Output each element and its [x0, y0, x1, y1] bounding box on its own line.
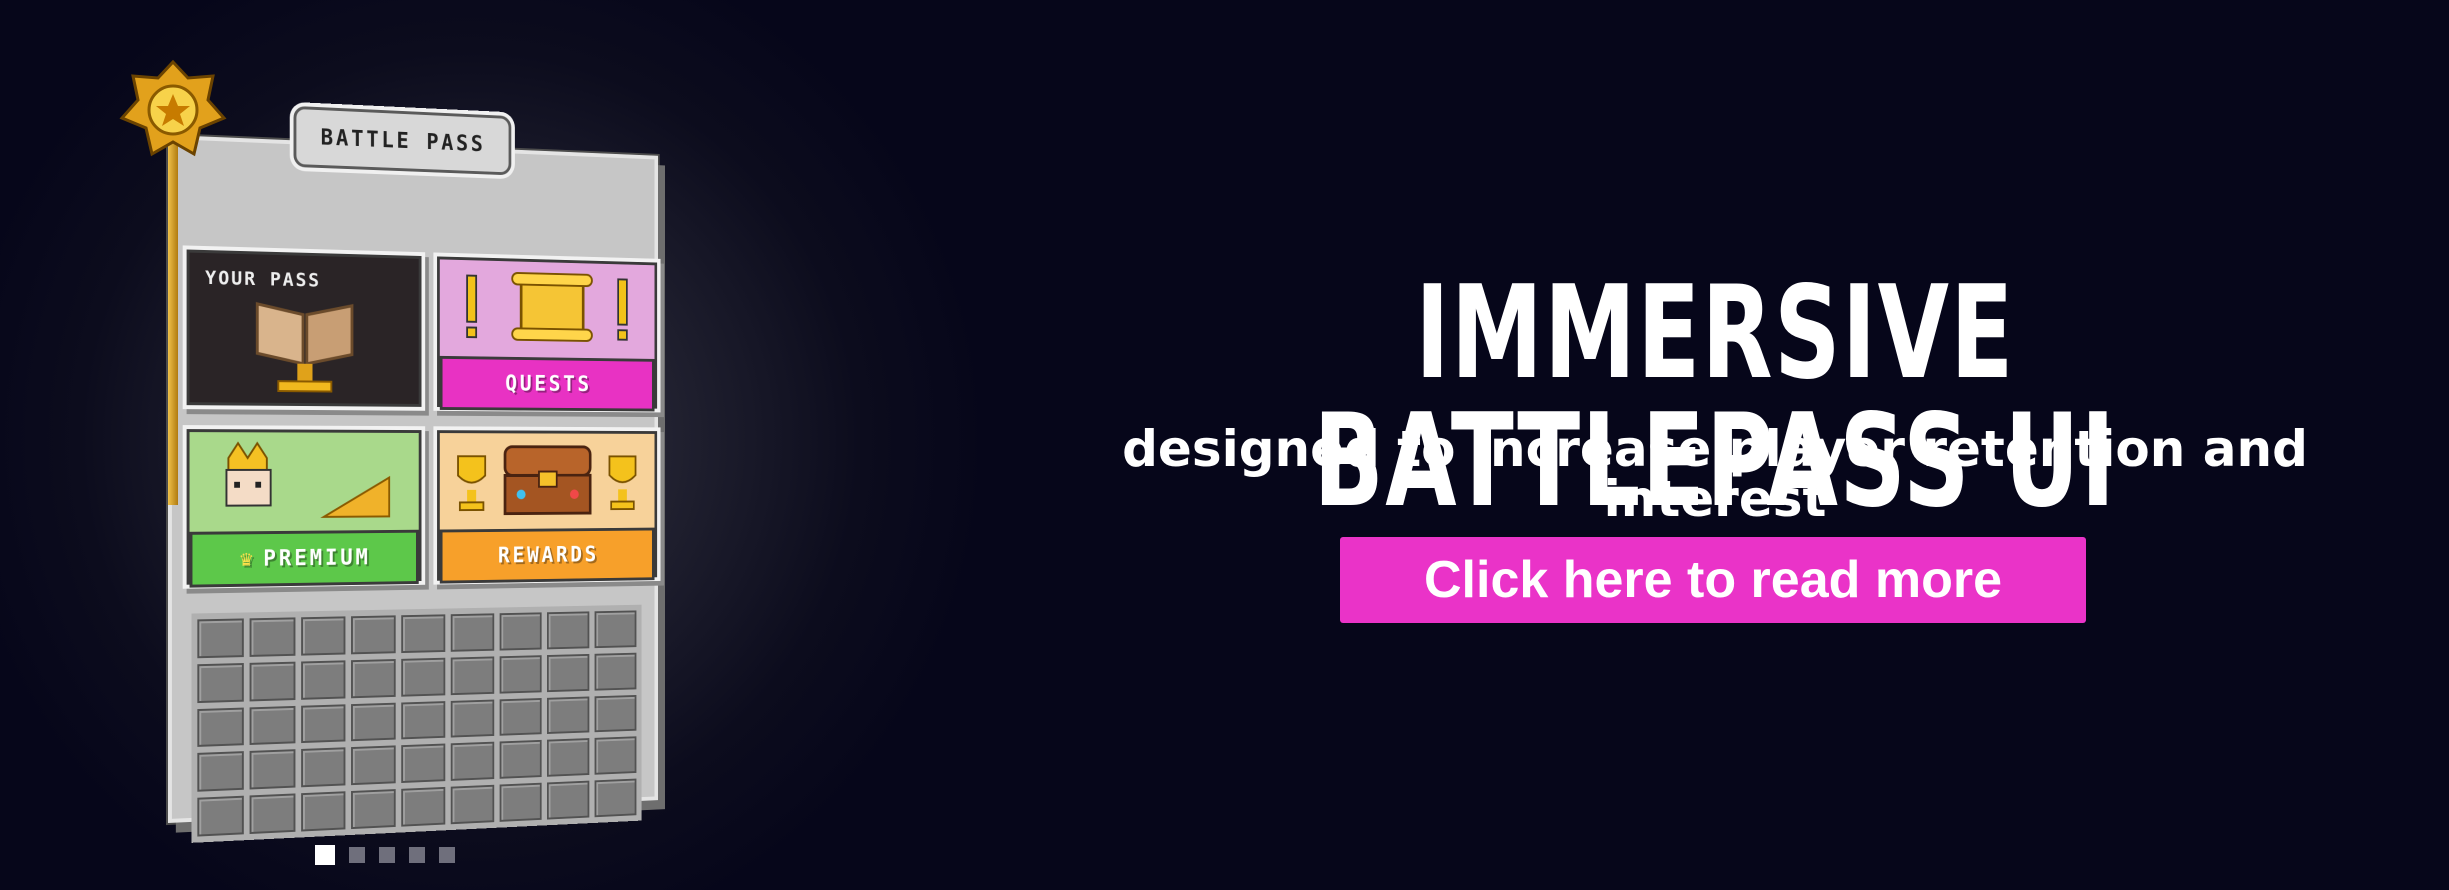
tier-slot[interactable]: [547, 780, 590, 820]
tier-slot[interactable]: [300, 791, 346, 832]
tier-slot[interactable]: [300, 616, 346, 656]
tier-slot[interactable]: [249, 793, 296, 835]
tier-slot[interactable]: [450, 699, 494, 738]
tier-slot[interactable]: [401, 657, 446, 697]
carousel-dot[interactable]: [315, 845, 335, 865]
tier-slot[interactable]: [594, 610, 637, 648]
tier-slot[interactable]: [197, 751, 244, 792]
quests-card[interactable]: QUESTS: [437, 256, 658, 412]
carousel-dot[interactable]: [379, 847, 395, 863]
carousel-dot[interactable]: [409, 847, 425, 863]
tier-slot[interactable]: [197, 795, 244, 837]
book-trophy-icon: [248, 294, 362, 404]
subheadline: designed to increase player retention an…: [1122, 420, 2308, 528]
tier-slot[interactable]: [499, 697, 543, 737]
your-pass-card: YOUR PASS: [186, 249, 422, 407]
tier-slot[interactable]: [351, 658, 396, 698]
premium-label[interactable]: ♛ PREMIUM: [189, 529, 419, 588]
tier-slot[interactable]: [594, 694, 637, 733]
tier-slot[interactable]: [249, 705, 296, 746]
carousel-dot[interactable]: [349, 847, 365, 863]
tier-slot[interactable]: [450, 613, 494, 652]
tier-slot[interactable]: [401, 614, 446, 653]
tier-slot[interactable]: [401, 743, 446, 784]
tier-slot[interactable]: [450, 656, 494, 695]
tier-slot[interactable]: [594, 778, 637, 818]
tier-slot[interactable]: [547, 611, 590, 650]
tier-slot[interactable]: [499, 612, 543, 651]
read-more-button[interactable]: Click here to read more: [1340, 537, 2086, 623]
rewards-label[interactable]: REWARDS: [439, 527, 655, 584]
carousel-dot[interactable]: [439, 847, 455, 863]
carousel-indicators: [315, 845, 455, 865]
tier-slot[interactable]: [300, 703, 346, 744]
tier-slot[interactable]: [249, 749, 296, 790]
scroll-icon: [458, 266, 635, 355]
battle-pass-title: BATTLE PASS: [293, 105, 512, 176]
tier-slot[interactable]: [351, 702, 396, 742]
tier-slot[interactable]: [547, 653, 590, 692]
tier-slot[interactable]: [249, 661, 296, 702]
tier-slot[interactable]: [197, 662, 244, 703]
tier-slot[interactable]: [547, 696, 590, 735]
tier-slot[interactable]: [300, 747, 346, 788]
your-pass-label: YOUR PASS: [205, 266, 321, 292]
tier-slot[interactable]: [499, 654, 543, 694]
tier-slot[interactable]: [300, 660, 346, 700]
tier-slot[interactable]: [249, 617, 296, 657]
tier-slot[interactable]: [547, 738, 590, 777]
treasure-chest-icon: [449, 437, 644, 524]
rewards-card[interactable]: REWARDS: [437, 430, 658, 584]
star-badge-icon: [119, 59, 227, 157]
premium-label-text: PREMIUM: [263, 545, 371, 572]
character-icon: [209, 438, 398, 528]
premium-card[interactable]: ♛ PREMIUM: [186, 429, 422, 588]
quests-label[interactable]: QUESTS: [439, 355, 655, 412]
reward-tier-grid: [191, 604, 642, 843]
tier-slot[interactable]: [351, 745, 396, 786]
tier-slot[interactable]: [594, 652, 637, 691]
tier-slot[interactable]: [499, 740, 543, 779]
tier-slot[interactable]: [197, 618, 244, 659]
crown-icon: ♛: [239, 546, 256, 572]
tier-slot[interactable]: [594, 736, 637, 775]
flag-pole: [168, 130, 178, 505]
tier-slot[interactable]: [401, 787, 446, 827]
battle-pass-panel: YOUR PASS QUESTS ♛ PREMIUM REWARDS: [168, 135, 658, 843]
battle-pass-illustration: YOUR PASS QUESTS ♛ PREMIUM REWARDS BATTL…: [168, 100, 658, 843]
tier-slot[interactable]: [450, 784, 494, 825]
tier-slot[interactable]: [450, 742, 494, 782]
tier-slot[interactable]: [499, 782, 543, 822]
tier-slot[interactable]: [351, 615, 396, 655]
tier-slot[interactable]: [351, 789, 396, 830]
tier-slot[interactable]: [197, 707, 244, 748]
tier-slot[interactable]: [401, 700, 446, 740]
